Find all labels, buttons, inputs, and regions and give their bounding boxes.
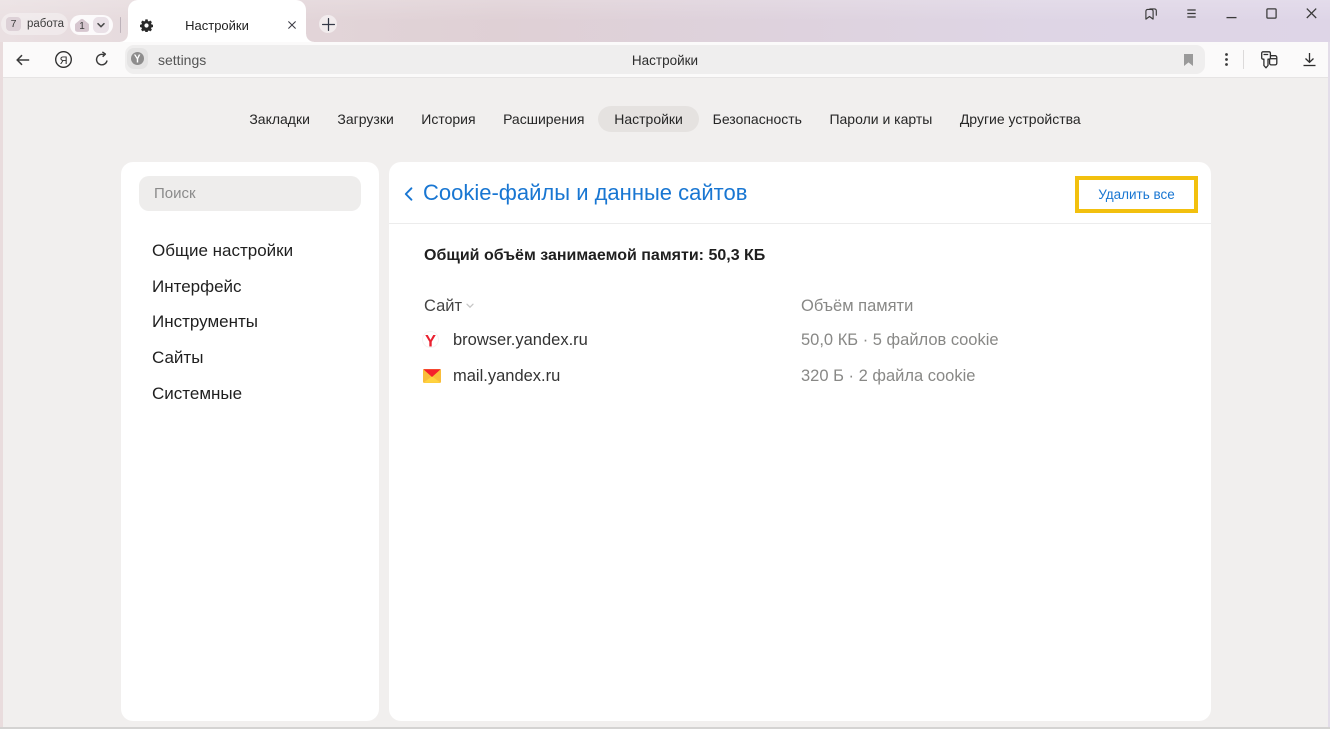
svg-text:Я: Я xyxy=(59,55,67,67)
svg-text:1: 1 xyxy=(79,21,85,32)
svg-text:Y: Y xyxy=(425,332,436,348)
